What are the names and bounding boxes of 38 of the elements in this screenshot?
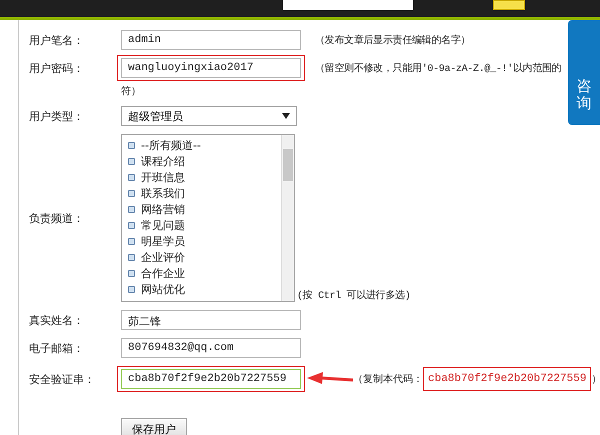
save-user-button[interactable]: 保存用户	[121, 418, 187, 435]
copy-hint-end: ）	[591, 373, 600, 386]
channel-listbox[interactable]: --所有频道-- 课程介绍 开班信息 联系我们 网络营销 常见问题 明星学员 企业评价 合作企业 网站优化	[121, 134, 295, 302]
channel-option[interactable]: --所有频道--	[128, 137, 275, 153]
field-label: 真实姓名：	[29, 312, 85, 328]
dropdown-caret-icon	[282, 113, 290, 119]
text-field[interactable]: wangluoyingxiao2017	[121, 58, 301, 78]
field-label: 用户笔名：	[29, 32, 85, 48]
field-hint: （发布文章后显示责任编辑的名字）	[315, 34, 470, 47]
channel-option[interactable]: 常见问题	[128, 217, 275, 233]
field-label: 负责频道：	[29, 210, 85, 226]
search-field[interactable]	[283, 0, 413, 10]
channel-option[interactable]: 合作企业	[128, 265, 275, 281]
text-field[interactable]: 茆二锋	[121, 310, 301, 330]
search-button[interactable]	[493, 0, 525, 10]
channel-option[interactable]: 网站优化	[128, 281, 275, 297]
channel-option[interactable]: 明星学员	[128, 233, 275, 249]
field-label: 用户密码：	[29, 60, 85, 76]
field-hint: 符）	[121, 86, 141, 97]
user-type-dropdown[interactable]: 超级管理员	[121, 106, 297, 126]
consult-side-tab[interactable]: 咨询	[568, 20, 600, 125]
verification-code: cba8b70f2f9e2b20b7227559	[423, 367, 592, 391]
annotation-arrow	[307, 372, 353, 386]
field-label: 安全验证串：	[29, 372, 96, 386]
field-hint: （留空则不修改，只能用'0-9a-zA-Z.@_-!'以内范围的	[315, 62, 562, 75]
scrollbar[interactable]	[281, 135, 294, 301]
field-label: 电子邮箱：	[29, 340, 85, 356]
channel-option[interactable]: 开班信息	[128, 169, 275, 185]
text-field[interactable]: admin	[121, 30, 301, 50]
text-field[interactable]: 807694832@qq.com	[121, 338, 301, 358]
verification-field[interactable]: cba8b70f2f9e2b20b7227559	[121, 369, 301, 389]
field-hint: (按 Ctrl 可以进行多选)	[297, 288, 411, 302]
channel-option[interactable]: 网络营销	[128, 201, 275, 217]
channel-option[interactable]: 企业评价	[128, 249, 275, 265]
channel-option[interactable]: 联系我们	[128, 185, 275, 201]
channel-option[interactable]: 课程介绍	[128, 153, 275, 169]
field-label: 用户类型：	[29, 108, 85, 124]
copy-hint: （复制本代码：	[353, 372, 423, 386]
